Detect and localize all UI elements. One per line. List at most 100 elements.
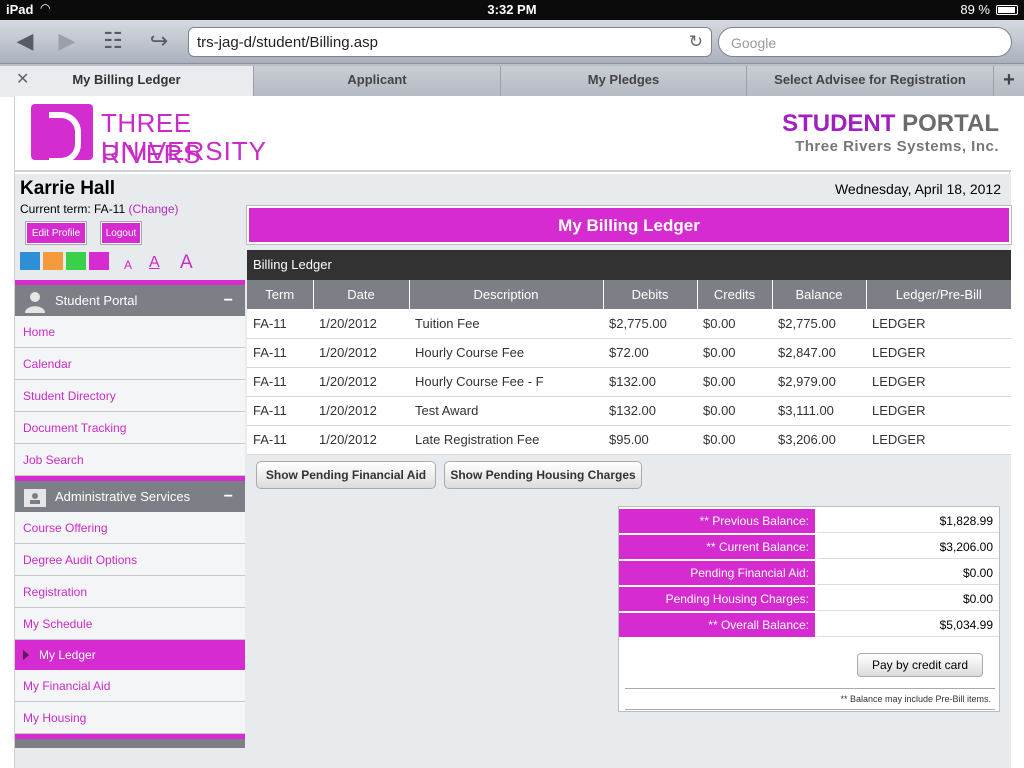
theme-swatch-blue[interactable] bbox=[20, 252, 40, 270]
logout-button[interactable]: Logout bbox=[101, 222, 141, 244]
cell-term: FA-11 bbox=[247, 396, 313, 426]
cell-term: FA-11 bbox=[247, 425, 313, 455]
tab-label: My Pledges bbox=[587, 72, 660, 87]
reload-icon[interactable]: ↻ bbox=[689, 32, 703, 52]
cell-description: Hourly Course Fee - F bbox=[409, 367, 603, 397]
show-pending-financial-aid-button[interactable]: Show Pending Financial Aid bbox=[256, 461, 436, 489]
cell-ledger: LEDGER bbox=[866, 367, 1011, 397]
tab-select-advisee[interactable]: Select Advisee for Registration bbox=[747, 66, 994, 96]
share-icon[interactable]: ↪ bbox=[142, 26, 176, 56]
sidebar-item-job-search[interactable]: Job Search bbox=[15, 444, 245, 476]
web-page: THREE RIVERS UNIVERSITY STUDENT PORTAL T… bbox=[14, 96, 1011, 768]
back-icon[interactable]: ◀ bbox=[8, 26, 42, 56]
term-text: Current term: FA-11 bbox=[20, 202, 126, 216]
logo-mark-icon bbox=[31, 104, 93, 164]
balance-row: Pending Housing Charges: $0.00 bbox=[619, 587, 1001, 613]
collapse-icon[interactable]: − bbox=[224, 481, 233, 512]
sidebar-item-registration[interactable]: Registration bbox=[15, 576, 245, 608]
cell-credits: $0.00 bbox=[697, 425, 772, 455]
forward-icon[interactable]: ▶ bbox=[50, 26, 84, 56]
ledger-table: Term Date Description Debits Credits Bal… bbox=[247, 280, 1011, 455]
cell-date: 1/20/2012 bbox=[313, 338, 409, 368]
folder-icon bbox=[24, 489, 46, 507]
portal-subtitle: Three Rivers Systems, Inc. bbox=[795, 138, 999, 155]
font-size-large[interactable]: A bbox=[180, 252, 193, 274]
battery-percent: 89 % bbox=[960, 2, 990, 17]
table-row: FA-11 1/20/2012 Test Award $132.00 $0.00… bbox=[247, 396, 1011, 426]
cell-balance: $3,206.00 bbox=[772, 425, 866, 455]
pay-by-credit-card-button[interactable]: Pay by credit card bbox=[857, 653, 983, 677]
tab-applicant[interactable]: Applicant bbox=[254, 66, 501, 96]
sidebar-item-document-tracking[interactable]: Document Tracking bbox=[15, 412, 245, 444]
section-next[interactable] bbox=[15, 734, 245, 748]
balance-label: Pending Housing Charges: bbox=[619, 587, 815, 611]
cell-ledger: LEDGER bbox=[866, 396, 1011, 426]
theme-swatch-orange[interactable] bbox=[43, 252, 63, 270]
theme-swatch-green[interactable] bbox=[66, 252, 86, 270]
status-bar: iPad ◠ 3:32 PM 89 % bbox=[0, 0, 1024, 20]
column-header: Balance bbox=[771, 280, 866, 309]
balance-row: ** Overall Balance: $5,034.99 bbox=[619, 613, 1001, 639]
balance-value: $1,828.99 bbox=[817, 509, 999, 533]
edit-profile-button[interactable]: Edit Profile bbox=[26, 222, 86, 244]
section-title: Student Portal bbox=[55, 293, 138, 308]
sidebar-item-calendar[interactable]: Calendar bbox=[15, 348, 245, 380]
font-size-medium[interactable]: A bbox=[149, 254, 160, 272]
section-student-portal[interactable]: Student Portal − bbox=[15, 280, 245, 316]
font-size-small[interactable]: A bbox=[124, 258, 132, 272]
battery-icon bbox=[996, 5, 1018, 15]
cell-debits: $132.00 bbox=[603, 396, 697, 426]
cell-credits: $0.00 bbox=[697, 367, 772, 397]
sidebar-item-my-financial-aid[interactable]: My Financial Aid bbox=[15, 670, 245, 702]
sidebar-item-my-housing[interactable]: My Housing bbox=[15, 702, 245, 734]
balance-row: ** Current Balance: $3,206.00 bbox=[619, 535, 1001, 561]
cell-description: Test Award bbox=[409, 396, 603, 426]
tab-my-billing-ledger[interactable]: ✕ My Billing Ledger bbox=[0, 66, 254, 97]
collapse-icon[interactable]: − bbox=[224, 285, 233, 316]
balance-note: ** Balance may include Pre-Bill items. bbox=[625, 688, 995, 710]
bookmarks-icon[interactable]: ☷ bbox=[96, 26, 130, 56]
sidebar-item-course-offering[interactable]: Course Offering bbox=[15, 512, 245, 544]
cell-ledger: LEDGER bbox=[866, 338, 1011, 368]
show-pending-housing-button[interactable]: Show Pending Housing Charges bbox=[444, 461, 642, 489]
sidebar-item-my-ledger[interactable]: My Ledger bbox=[15, 640, 245, 670]
page-title: My Billing Ledger bbox=[247, 206, 1011, 244]
tab-my-pledges[interactable]: My Pledges bbox=[501, 66, 747, 96]
cell-ledger: LEDGER bbox=[866, 309, 1011, 339]
cell-debits: $72.00 bbox=[603, 338, 697, 368]
cell-description: Late Registration Fee bbox=[409, 425, 603, 455]
url-field[interactable]: trs-jag-d/student/Billing.asp ↻ bbox=[188, 27, 712, 57]
cell-debits: $95.00 bbox=[603, 425, 697, 455]
column-header: Description bbox=[408, 280, 603, 309]
cell-balance: $3,111.00 bbox=[772, 396, 866, 426]
balance-label: ** Previous Balance: bbox=[619, 509, 815, 533]
balance-label: ** Overall Balance: bbox=[619, 613, 815, 637]
section-administrative-services[interactable]: Administrative Services − bbox=[15, 476, 245, 512]
balance-row: Pending Financial Aid: $0.00 bbox=[619, 561, 1001, 587]
sidebar-item-degree-audit[interactable]: Degree Audit Options bbox=[15, 544, 245, 576]
ledger-heading: Billing Ledger bbox=[247, 250, 1011, 280]
cell-debits: $132.00 bbox=[603, 367, 697, 397]
portal-brand: STUDENT PORTAL Three Rivers Systems, Inc… bbox=[782, 110, 999, 155]
portal-title: STUDENT PORTAL bbox=[782, 110, 999, 138]
column-header: Credits bbox=[696, 280, 772, 309]
url-text: trs-jag-d/student/Billing.asp bbox=[197, 34, 378, 51]
person-icon bbox=[25, 292, 45, 313]
close-icon[interactable]: ✕ bbox=[16, 66, 29, 94]
balance-label: ** Current Balance: bbox=[619, 535, 815, 559]
add-tab-icon[interactable]: + bbox=[994, 66, 1024, 96]
column-header: Date bbox=[312, 280, 409, 309]
cell-term: FA-11 bbox=[247, 309, 313, 339]
table-row: FA-11 1/20/2012 Hourly Course Fee - F $1… bbox=[247, 367, 1011, 397]
column-header: Ledger/Pre-Bill bbox=[865, 280, 1011, 309]
clock: 3:32 PM bbox=[487, 2, 537, 17]
theme-swatch-magenta[interactable] bbox=[89, 252, 109, 270]
sidebar-item-home[interactable]: Home bbox=[15, 316, 245, 348]
sidebar-item-student-directory[interactable]: Student Directory bbox=[15, 380, 245, 412]
university-logo[interactable]: THREE RIVERS UNIVERSITY bbox=[31, 104, 291, 169]
search-field[interactable]: Google bbox=[718, 27, 1012, 57]
sidebar: Student Portal − Home Calendar Student D… bbox=[15, 280, 245, 748]
sidebar-item-my-schedule[interactable]: My Schedule bbox=[15, 608, 245, 640]
cell-date: 1/20/2012 bbox=[313, 425, 409, 455]
change-term-link[interactable]: (Change) bbox=[128, 202, 178, 216]
